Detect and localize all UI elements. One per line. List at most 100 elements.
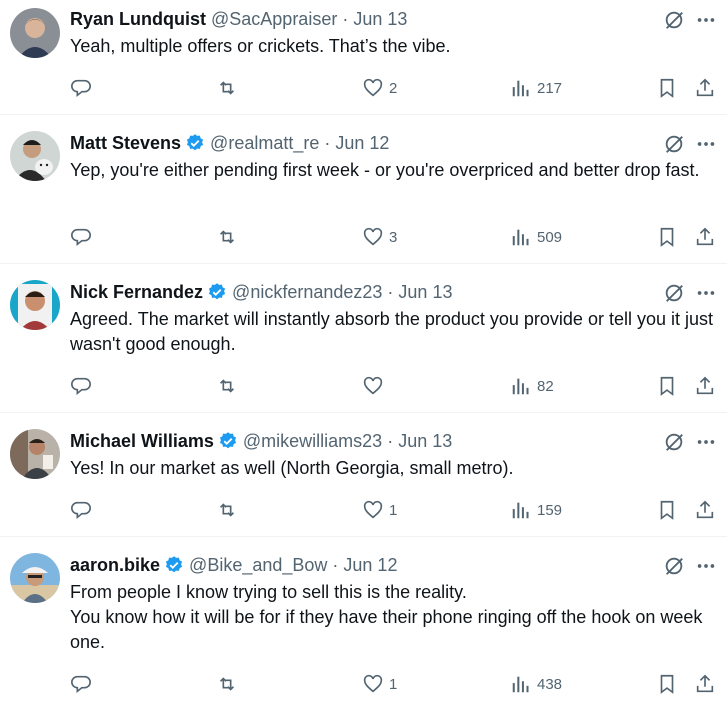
grok-icon[interactable] bbox=[663, 282, 685, 304]
avatar[interactable] bbox=[10, 280, 60, 330]
tweet[interactable]: aaron.bike @Bike_and_Bow · Jun 12 From p… bbox=[0, 537, 727, 703]
verified-badge-icon bbox=[218, 431, 238, 451]
author-name[interactable]: Nick Fernandez bbox=[70, 282, 203, 303]
share-button[interactable] bbox=[694, 374, 716, 398]
avatar[interactable] bbox=[10, 131, 60, 181]
tweet[interactable]: Ryan Lundquist @SacAppraiser · Jun 13 Ye… bbox=[0, 0, 727, 115]
author-handle[interactable]: @mikewilliams23 bbox=[243, 431, 382, 452]
like-button[interactable] bbox=[362, 374, 389, 398]
reply-button[interactable] bbox=[70, 76, 97, 100]
views-count: 82 bbox=[537, 377, 554, 395]
author-handle[interactable]: @nickfernandez23 bbox=[232, 282, 382, 303]
grok-icon[interactable] bbox=[663, 431, 685, 453]
tweet-text-line: Agreed. The market will instantly absorb… bbox=[70, 309, 713, 354]
reply-button[interactable] bbox=[70, 374, 97, 398]
verified-badge-icon bbox=[164, 555, 184, 575]
author-handle[interactable]: @Bike_and_Bow bbox=[189, 555, 327, 576]
tweet-date[interactable]: Jun 12 bbox=[343, 555, 397, 576]
bookmark-button[interactable] bbox=[656, 225, 678, 249]
retweet-button[interactable] bbox=[216, 374, 243, 398]
like-count: 2 bbox=[389, 79, 398, 97]
views-button[interactable]: 509 bbox=[510, 225, 562, 249]
action-bar: 3 509 bbox=[70, 225, 720, 249]
tweet[interactable]: Nick Fernandez @nickfernandez23 · Jun 13… bbox=[0, 264, 727, 413]
tweet-date[interactable]: Jun 13 bbox=[398, 431, 452, 452]
views-count: 217 bbox=[537, 79, 563, 97]
separator-dot: · bbox=[342, 8, 349, 29]
tweet-date[interactable]: Jun 13 bbox=[353, 9, 407, 30]
retweet-button[interactable] bbox=[216, 672, 243, 696]
avatar[interactable] bbox=[10, 8, 60, 58]
separator-dot: · bbox=[387, 430, 394, 451]
verified-badge-icon bbox=[185, 133, 205, 153]
share-button[interactable] bbox=[694, 672, 716, 696]
author-handle[interactable]: @SacAppraiser bbox=[211, 9, 337, 30]
bookmark-button[interactable] bbox=[656, 374, 678, 398]
action-bar: 2 217 bbox=[70, 76, 720, 100]
like-button[interactable]: 3 bbox=[362, 225, 397, 249]
tweet-text: From people I know trying to sell this i… bbox=[70, 580, 711, 655]
tweet-text: Agreed. The market will instantly absorb… bbox=[70, 307, 717, 357]
retweet-button[interactable] bbox=[216, 225, 243, 249]
like-button[interactable]: 1 bbox=[362, 498, 397, 522]
views-button[interactable]: 217 bbox=[510, 76, 562, 100]
tweet-text-line: Yeah, multiple offers or crickets. That’… bbox=[70, 36, 451, 56]
more-icon[interactable] bbox=[695, 133, 717, 155]
bookmark-button[interactable] bbox=[656, 76, 678, 100]
views-button[interactable]: 82 bbox=[510, 374, 554, 398]
author-name[interactable]: aaron.bike bbox=[70, 555, 160, 576]
avatar[interactable] bbox=[10, 429, 60, 479]
retweet-button[interactable] bbox=[216, 76, 243, 100]
separator-dot: · bbox=[324, 132, 331, 153]
grok-icon[interactable] bbox=[663, 555, 685, 577]
views-count: 159 bbox=[537, 501, 563, 519]
grok-icon[interactable] bbox=[663, 9, 685, 31]
separator-dot: · bbox=[387, 281, 394, 302]
tweet-text-line: Yes! In our market as well (North Georgi… bbox=[70, 458, 514, 478]
tweet-text: Yes! In our market as well (North Georgi… bbox=[70, 456, 713, 481]
author-name[interactable]: Ryan Lundquist bbox=[70, 9, 206, 30]
bookmark-button[interactable] bbox=[656, 672, 678, 696]
reply-feed: Ryan Lundquist @SacAppraiser · Jun 13 Ye… bbox=[0, 0, 727, 703]
views-button[interactable]: 159 bbox=[510, 498, 562, 522]
author-name[interactable]: Michael Williams bbox=[70, 431, 214, 452]
bookmark-button[interactable] bbox=[656, 498, 678, 522]
tweet-text-line: From people I know trying to sell this i… bbox=[70, 582, 467, 602]
tweet[interactable]: Michael Williams @mikewilliams23 · Jun 1… bbox=[0, 413, 727, 537]
grok-icon[interactable] bbox=[663, 133, 685, 155]
reply-button[interactable] bbox=[70, 225, 97, 249]
author-name[interactable]: Matt Stevens bbox=[70, 133, 181, 154]
retweet-button[interactable] bbox=[216, 498, 243, 522]
share-button[interactable] bbox=[694, 225, 716, 249]
like-count: 1 bbox=[389, 675, 398, 693]
views-count: 438 bbox=[537, 675, 563, 693]
more-icon[interactable] bbox=[695, 555, 717, 577]
tweet[interactable]: Matt Stevens @realmatt_re · Jun 12 Yep, … bbox=[0, 115, 727, 264]
views-button[interactable]: 438 bbox=[510, 672, 562, 696]
share-button[interactable] bbox=[694, 498, 716, 522]
tweet-header: Ryan Lundquist @SacAppraiser · Jun 13 bbox=[70, 7, 407, 31]
more-icon[interactable] bbox=[695, 9, 717, 31]
action-bar: 82 bbox=[70, 374, 720, 398]
share-button[interactable] bbox=[694, 76, 716, 100]
more-icon[interactable] bbox=[695, 431, 717, 453]
reply-button[interactable] bbox=[70, 672, 97, 696]
tweet-date[interactable]: Jun 13 bbox=[398, 282, 452, 303]
reply-button[interactable] bbox=[70, 498, 97, 522]
separator-dot: · bbox=[332, 554, 339, 575]
author-handle[interactable]: @realmatt_re bbox=[210, 133, 319, 154]
like-count: 1 bbox=[389, 501, 398, 519]
tweet-header: Matt Stevens @realmatt_re · Jun 12 bbox=[70, 131, 389, 155]
more-icon[interactable] bbox=[695, 282, 717, 304]
like-button[interactable]: 2 bbox=[362, 76, 397, 100]
tweet-text: Yep, you're either pending first week - … bbox=[70, 158, 711, 183]
tweet-date[interactable]: Jun 12 bbox=[335, 133, 389, 154]
avatar[interactable] bbox=[10, 553, 60, 603]
tweet-text-line: Yep, you're either pending first week - … bbox=[70, 160, 700, 180]
like-button[interactable]: 1 bbox=[362, 672, 397, 696]
tweet-text: Yeah, multiple offers or crickets. That’… bbox=[70, 34, 713, 59]
action-bar: 1 159 bbox=[70, 498, 720, 522]
verified-badge-icon bbox=[207, 282, 227, 302]
tweet-header: Michael Williams @mikewilliams23 · Jun 1… bbox=[70, 429, 452, 453]
tweet-header: Nick Fernandez @nickfernandez23 · Jun 13 bbox=[70, 280, 452, 304]
